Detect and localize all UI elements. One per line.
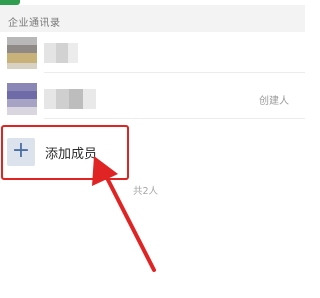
arrow-annotation: [92, 156, 156, 272]
arrow-shaft: [102, 170, 156, 272]
arrow-head: [92, 156, 118, 186]
